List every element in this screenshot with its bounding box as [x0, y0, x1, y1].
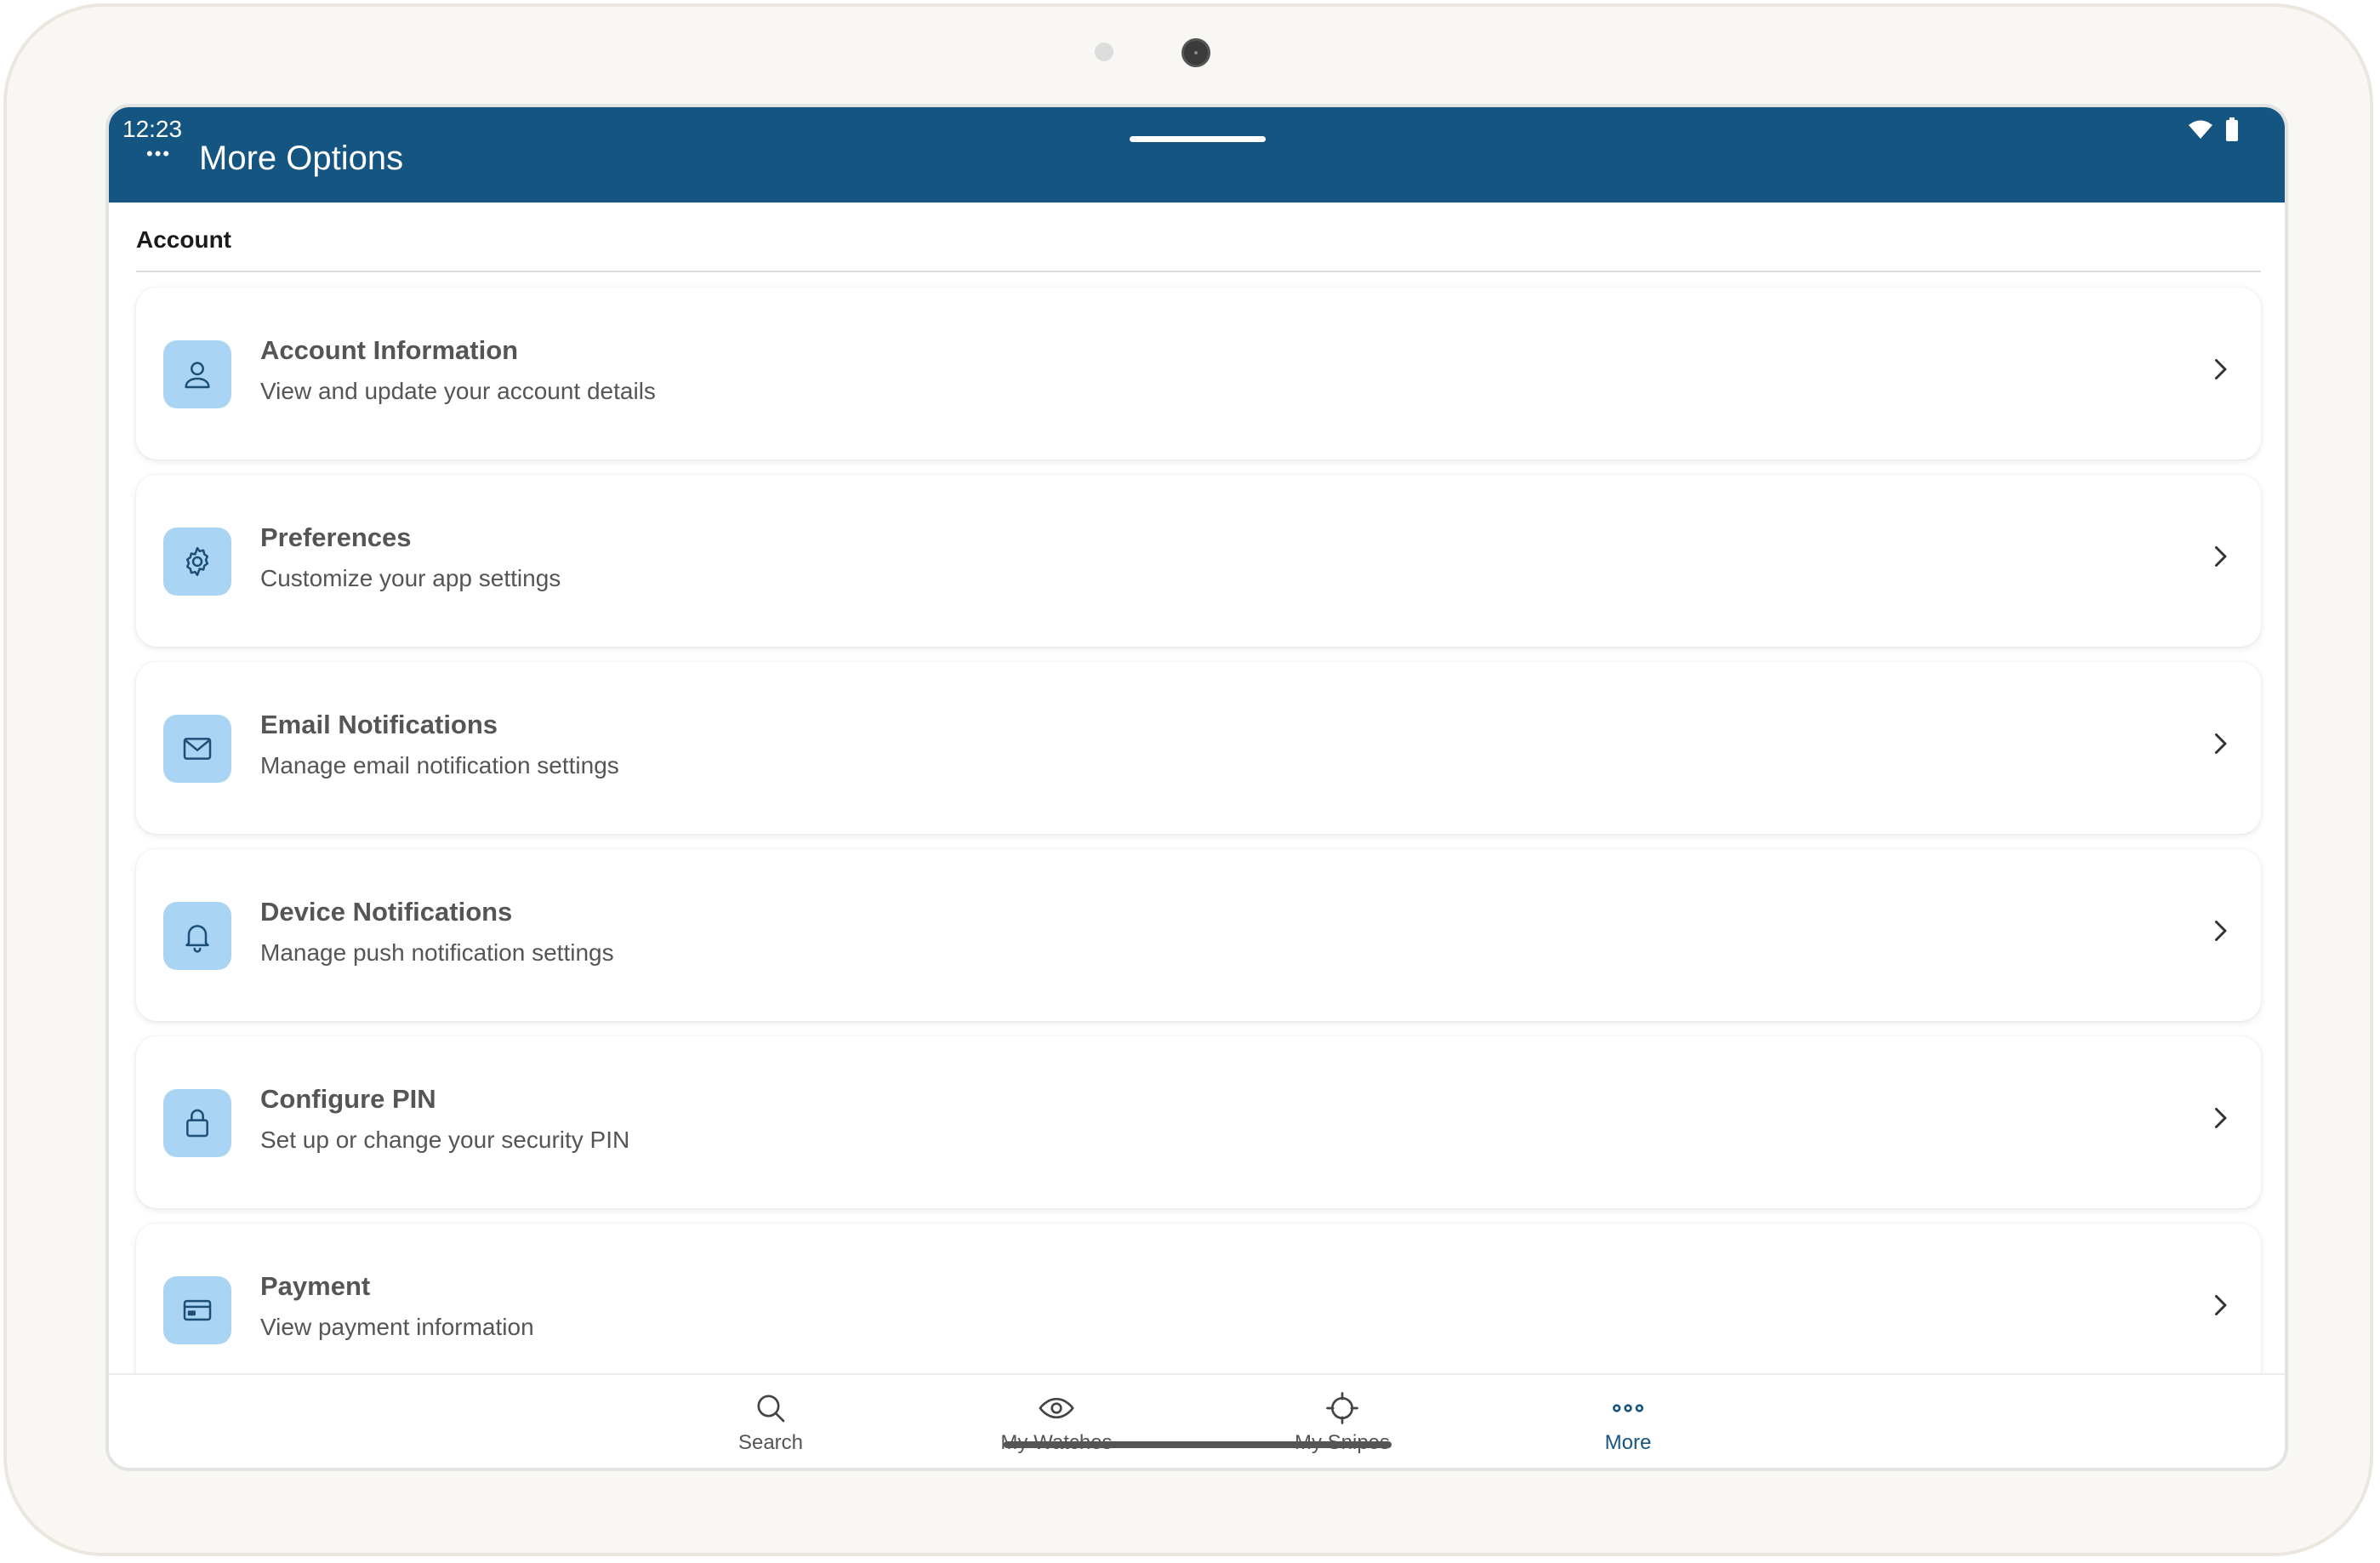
item-title: Device Notifications [260, 897, 513, 927]
screen: 12:23 ••• More Options Account Account I… [105, 104, 2288, 1471]
nav-label: More [1604, 1431, 1652, 1454]
email-notifications-item[interactable]: Email Notifications Manage email notific… [136, 662, 2261, 834]
item-subtitle: Set up or change your security PIN [260, 1127, 630, 1153]
item-subtitle: Manage email notification settings [260, 752, 619, 779]
app-bar: 12:23 ••• More Options [109, 107, 2285, 203]
chevron-right-icon [2215, 359, 2227, 379]
sensor-dot [1095, 43, 1113, 61]
eye-icon [971, 1387, 1142, 1429]
item-title: Email Notifications [260, 710, 498, 739]
bell-icon [163, 902, 231, 970]
search-icon [686, 1387, 856, 1429]
section-divider [136, 271, 2261, 272]
chevron-right-icon [2215, 546, 2227, 567]
gear-icon [163, 528, 231, 596]
item-title: Configure PIN [260, 1084, 436, 1114]
nav-more[interactable]: More [1543, 1387, 1713, 1455]
section-title-account: Account [136, 226, 231, 253]
preferences-item[interactable]: Preferences Customize your app settings [136, 475, 2261, 647]
chevron-right-icon [2215, 733, 2227, 754]
payment-item[interactable]: Payment View payment information [136, 1224, 2261, 1394]
status-time: 12:23 [122, 116, 183, 142]
status-icons [2188, 117, 2239, 145]
gesture-bar[interactable] [1004, 1441, 1392, 1448]
battery-icon [2225, 117, 2239, 145]
item-subtitle: Customize your app settings [260, 565, 561, 591]
mail-icon [163, 715, 231, 783]
item-title: Payment [260, 1271, 371, 1301]
wifi-icon [2188, 119, 2213, 144]
lock-icon [163, 1089, 231, 1157]
chevron-right-icon [2215, 1295, 2227, 1315]
chevron-right-icon [2215, 921, 2227, 941]
device-notifications-item[interactable]: Device Notifications Manage push notific… [136, 849, 2261, 1021]
item-subtitle: Manage push notification settings [260, 939, 614, 966]
chevron-right-icon [2215, 1108, 2227, 1128]
front-camera [1181, 38, 1210, 67]
tablet-frame: 12:23 ••• More Options Account Account I… [3, 3, 2373, 1556]
credit-card-icon [163, 1276, 231, 1344]
nav-label: Search [737, 1431, 804, 1454]
item-subtitle: View and update your account details [260, 378, 656, 404]
page-title: More Options [199, 140, 404, 177]
account-information-item[interactable]: Account Information View and update your… [136, 288, 2261, 459]
item-title: Preferences [260, 522, 412, 552]
bottom-navigation: Search My Watches My Snipes More [109, 1373, 2285, 1468]
menu-dots-icon[interactable]: ••• [146, 145, 171, 163]
nav-search[interactable]: Search [686, 1387, 856, 1455]
user-icon [163, 340, 231, 408]
item-subtitle: View payment information [260, 1314, 534, 1340]
crosshair-icon [1257, 1387, 1427, 1429]
item-title: Account Information [260, 335, 519, 365]
configure-pin-item[interactable]: Configure PIN Set up or change your secu… [136, 1036, 2261, 1208]
drag-handle[interactable] [1130, 136, 1266, 142]
more-dots-icon [1543, 1387, 1713, 1429]
